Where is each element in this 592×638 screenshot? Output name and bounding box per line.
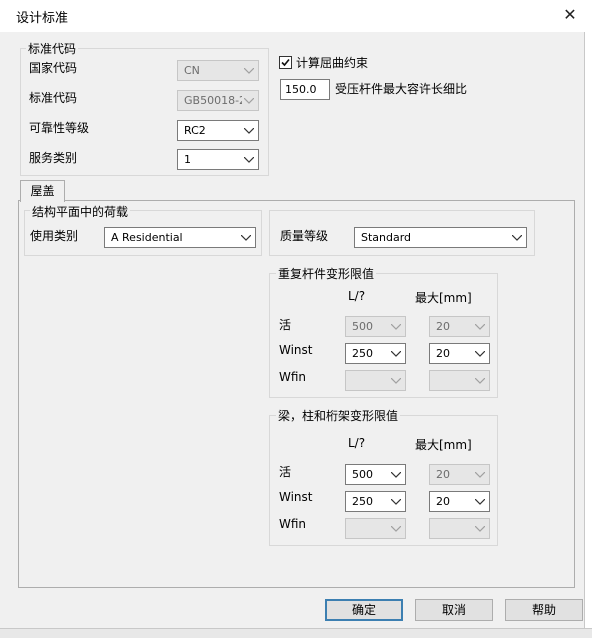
chevron-down-icon (389, 345, 403, 362)
repeated-live-l-select[interactable]: 500 (345, 316, 406, 337)
repeated-col-max-header: 最大[mm] (415, 291, 472, 305)
beams-winst-max-value: 20 (436, 495, 450, 508)
repeated-live-max-value: 20 (436, 320, 450, 333)
checkmark-icon (281, 58, 290, 67)
country-code-select[interactable]: CN (177, 60, 259, 81)
load-group-label: 结构平面中的荷载 (30, 203, 131, 220)
chevron-down-icon (242, 62, 256, 79)
beams-live-l-select[interactable]: 500 (345, 464, 406, 485)
repeated-row-label: Winst (279, 343, 313, 357)
beams-wfin-l-select[interactable] (345, 518, 406, 539)
slenderness-input[interactable]: 150.0 (280, 79, 330, 100)
beams-col-max-header: 最大[mm] (415, 438, 472, 452)
close-button[interactable]: ✕ (556, 2, 584, 28)
chevron-down-icon (389, 520, 403, 537)
repeated-winst-max-value: 20 (436, 347, 450, 360)
chevron-down-icon (473, 345, 487, 362)
standard-code-label: 标准代码 (29, 91, 78, 105)
window-edge-bottom (0, 628, 592, 638)
beams-winst-l-select[interactable]: 250 (345, 491, 406, 512)
beams-winst-max-select[interactable]: 20 (429, 491, 490, 512)
chevron-down-icon (473, 520, 487, 537)
standard-code-select[interactable]: GB50018-2( (177, 90, 259, 111)
chevron-down-icon (473, 493, 487, 510)
beams-live-l-value: 500 (352, 468, 373, 481)
chevron-down-icon (473, 466, 487, 483)
window-title: 设计标准 (16, 11, 69, 26)
repeated-wfin-l-select[interactable] (345, 370, 406, 391)
quality-select[interactable]: Standard (354, 227, 527, 248)
chevron-down-icon (242, 151, 256, 168)
repeated-live-l-value: 500 (352, 320, 373, 333)
country-code-label: 国家代码 (29, 61, 78, 75)
chevron-down-icon (389, 318, 403, 335)
ok-button[interactable]: 确定 (325, 599, 403, 621)
beams-row-label: Winst (279, 490, 313, 504)
quality-label: 质量等级 (280, 229, 329, 243)
repeated-row-label: Wfin (279, 370, 307, 384)
reliability-level-value: RC2 (184, 124, 206, 137)
beams-wfin-max-select[interactable] (429, 518, 490, 539)
slenderness-label: 受压杆件最大容许长细比 (335, 82, 468, 96)
window-edge-right (584, 32, 592, 638)
beams-winst-l-value: 250 (352, 495, 373, 508)
cancel-button[interactable]: 取消 (415, 599, 493, 621)
chevron-down-icon (389, 493, 403, 510)
chevron-down-icon (473, 318, 487, 335)
standard-code-group-label: 标准代码 (26, 40, 79, 57)
help-button[interactable]: 帮助 (505, 599, 583, 621)
beams-col-l-header: L/? (348, 436, 366, 450)
chevron-down-icon (510, 229, 524, 246)
buckling-checkbox[interactable] (279, 56, 292, 69)
repeated-col-l-header: L/? (348, 289, 366, 303)
tab-roof[interactable]: 屋盖 (20, 180, 65, 202)
chevron-down-icon (242, 122, 256, 139)
repeated-winst-l-value: 250 (352, 347, 373, 360)
title-bar (0, 0, 592, 32)
chevron-down-icon (239, 229, 253, 246)
usage-class-label: 使用类别 (30, 229, 79, 243)
service-class-select[interactable]: 1 (177, 149, 259, 170)
country-code-value: CN (184, 64, 200, 77)
repeated-winst-max-select[interactable]: 20 (429, 343, 490, 364)
reliability-level-select[interactable]: RC2 (177, 120, 259, 141)
chevron-down-icon (473, 372, 487, 389)
repeated-wfin-max-select[interactable] (429, 370, 490, 391)
service-class-label: 服务类别 (29, 151, 78, 165)
chevron-down-icon (242, 92, 256, 109)
beams-label: 梁，柱和桁架变形限值 (276, 407, 401, 424)
beams-live-max-value: 20 (436, 468, 450, 481)
reliability-level-label: 可靠性等级 (29, 121, 90, 135)
beams-row-label: 活 (279, 465, 292, 479)
buckling-label: 计算屈曲约束 (296, 56, 369, 70)
beams-row-label: Wfin (279, 517, 307, 531)
standard-code-value: GB50018-2( (184, 94, 251, 107)
chevron-down-icon (389, 466, 403, 483)
beams-live-max-select[interactable]: 20 (429, 464, 490, 485)
service-class-value: 1 (184, 153, 191, 166)
quality-value: Standard (361, 231, 412, 244)
repeated-row-label: 活 (279, 318, 292, 332)
chevron-down-icon (389, 372, 403, 389)
repeated-live-max-select[interactable]: 20 (429, 316, 490, 337)
usage-class-value: A Residential (111, 231, 183, 244)
usage-class-select[interactable]: A Residential (104, 227, 256, 248)
repeated-members-label: 重复杆件变形限值 (276, 265, 377, 282)
repeated-winst-l-select[interactable]: 250 (345, 343, 406, 364)
